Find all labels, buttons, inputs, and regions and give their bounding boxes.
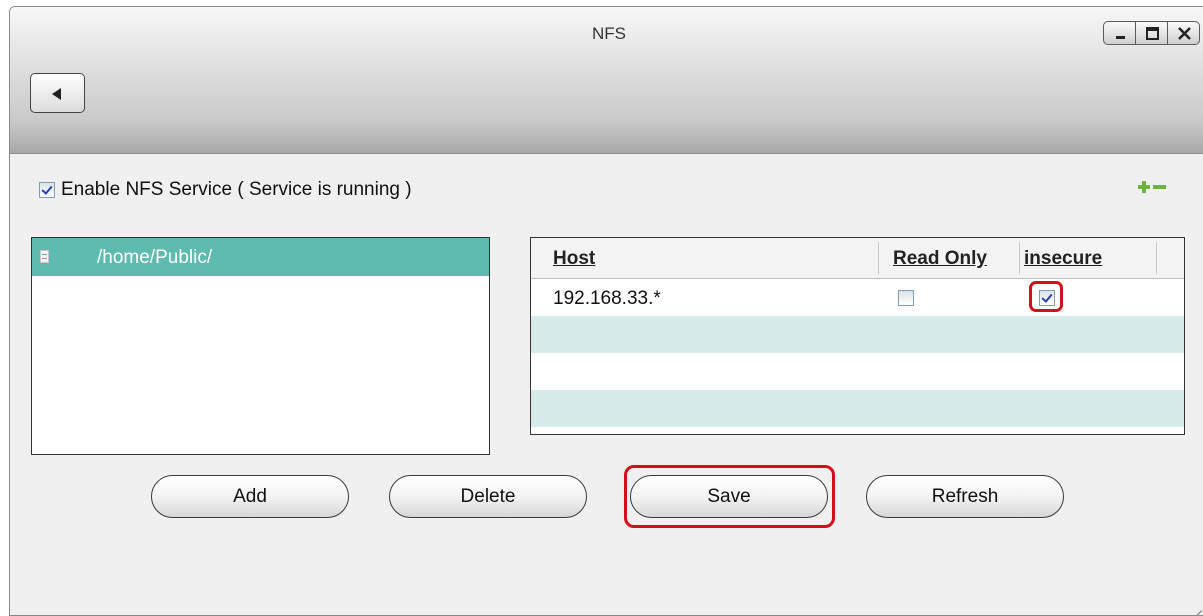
table-row-empty xyxy=(531,390,1184,427)
column-header-host[interactable]: Host xyxy=(553,248,595,270)
close-button[interactable] xyxy=(1167,21,1200,45)
share-folder-icon xyxy=(40,250,49,263)
remove-host-icon[interactable] xyxy=(1153,185,1166,189)
column-header-insecure[interactable]: insecure xyxy=(1024,248,1102,270)
title-bar: NFS xyxy=(10,7,1203,154)
column-divider xyxy=(1019,242,1020,274)
table-row-empty xyxy=(531,353,1184,390)
resize-grip-icon[interactable] xyxy=(1184,593,1202,615)
insecure-highlight-ring xyxy=(1029,281,1063,312)
read-only-checkbox-cell xyxy=(898,290,914,311)
table-row-empty xyxy=(531,316,1184,353)
delete-button[interactable]: Delete xyxy=(389,475,587,518)
table-row[interactable]: 192.168.33.* xyxy=(531,279,1184,316)
add-remove-controls xyxy=(1138,180,1178,194)
maximize-button[interactable] xyxy=(1135,21,1168,45)
back-button[interactable] xyxy=(30,73,85,113)
enable-nfs-checkbox[interactable] xyxy=(39,182,55,198)
window-title: NFS xyxy=(592,24,626,43)
share-path: /home/Public/ xyxy=(97,247,213,268)
column-divider xyxy=(878,242,879,274)
close-icon xyxy=(1178,27,1191,40)
share-list: /home/Public/ xyxy=(31,237,490,455)
nfs-window: NFS Enable NFS Service (Service is runn… xyxy=(9,6,1203,616)
window-controls xyxy=(1103,21,1200,45)
read-only-checkbox[interactable] xyxy=(898,290,914,306)
enable-nfs-label: Enable NFS Service ( Service is running … xyxy=(61,179,412,200)
save-highlight-ring xyxy=(624,465,835,528)
table-header: Host Read Only insecure xyxy=(531,238,1184,279)
column-header-read-only[interactable]: Read Only xyxy=(893,248,987,270)
refresh-button[interactable]: Refresh xyxy=(866,475,1064,518)
maximize-icon xyxy=(1146,27,1159,40)
column-divider xyxy=(1156,242,1157,274)
minimize-icon xyxy=(1116,36,1125,39)
host-access-table: Host Read Only insecure 192.168.33.* xyxy=(530,237,1185,435)
back-arrow-icon xyxy=(52,88,61,100)
add-button[interactable]: Add xyxy=(151,475,349,518)
enable-nfs-row: Enable NFS Service ( Service is running … xyxy=(39,179,412,201)
minimize-button[interactable] xyxy=(1103,21,1136,45)
host-cell: 192.168.33.* xyxy=(553,288,661,309)
share-item-home-public[interactable]: /home/Public/ xyxy=(32,238,489,276)
